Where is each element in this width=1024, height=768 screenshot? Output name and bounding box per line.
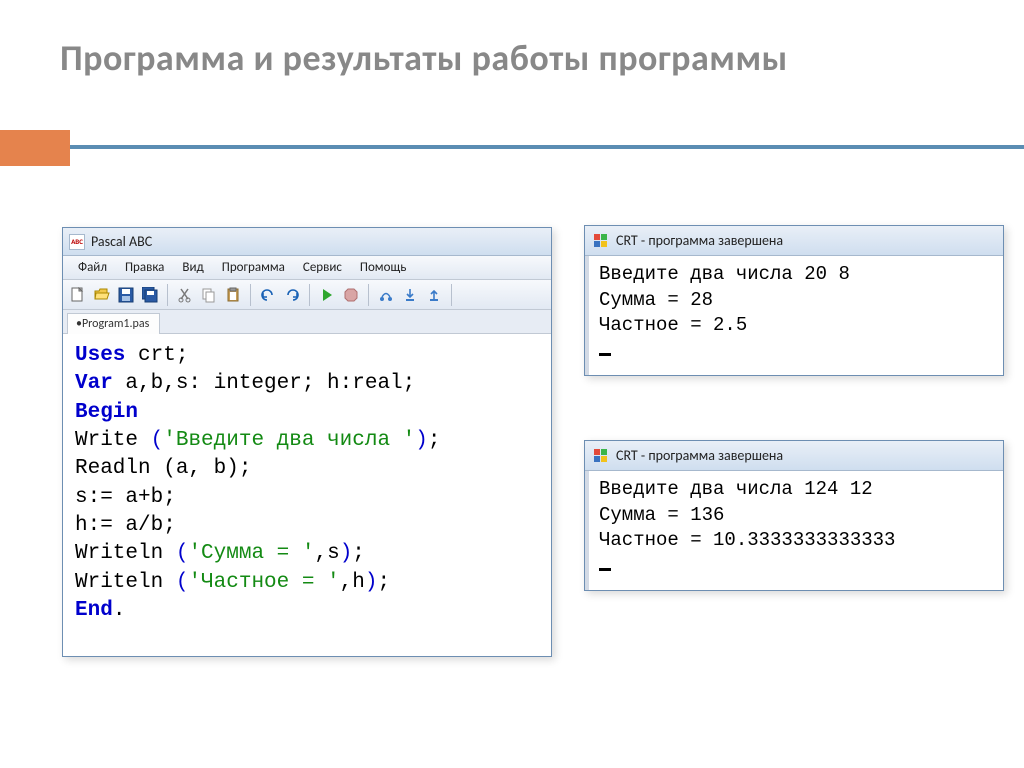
step-out-icon[interactable] [423,284,445,306]
kw-end: End [75,599,113,622]
kw-var: Var [75,372,113,395]
paste-icon[interactable] [222,284,244,306]
crt-titlebar[interactable]: CRT - программа завершена [585,441,1003,471]
stop-icon[interactable] [340,284,362,306]
accent-bar [0,130,70,166]
save-icon[interactable] [115,284,137,306]
tab-program1[interactable]: •Program1.pas [67,313,160,334]
cut-icon[interactable] [174,284,196,306]
app-title: Pascal ABC [91,233,152,250]
toolbar-sep [451,284,452,306]
crt-icon [593,233,609,249]
step-over-icon[interactable] [375,284,397,306]
crt-icon [593,448,609,464]
divider [70,145,1024,149]
step-into-icon[interactable] [399,284,421,306]
toolbar-sep [250,284,251,306]
menu-program[interactable]: Программа [213,258,294,277]
undo-icon[interactable] [257,284,279,306]
toolbar-sep [309,284,310,306]
crt-output: Введите два числа 124 12 Сумма = 136 Час… [585,471,1003,590]
menu-help[interactable]: Помощь [351,258,415,277]
tabbar: •Program1.pas [63,310,551,334]
toolbar-sep [368,284,369,306]
save-all-icon[interactable] [139,284,161,306]
crt-window-1: CRT - программа завершена Введите два чи… [584,225,1004,376]
kw-begin: Begin [75,401,138,424]
toolbar [63,280,551,310]
ide-titlebar[interactable]: ABC Pascal ABC [63,228,551,256]
menubar: Файл Правка Вид Программа Сервис Помощь [63,256,551,280]
crt-titlebar[interactable]: CRT - программа завершена [585,226,1003,256]
open-file-icon[interactable] [91,284,113,306]
crt-title-text: CRT - программа завершена [616,447,783,464]
code-area[interactable]: Uses crt; Var a,b,s: integer; h:real; Be… [63,334,551,633]
menu-file[interactable]: Файл [69,258,116,277]
new-file-icon[interactable] [67,284,89,306]
run-icon[interactable] [316,284,338,306]
kw-uses: Uses [75,344,125,367]
crt-window-2: CRT - программа завершена Введите два чи… [584,440,1004,591]
cursor-icon [599,568,611,571]
menu-view[interactable]: Вид [173,258,212,277]
toolbar-sep [167,284,168,306]
menu-edit[interactable]: Правка [116,258,173,277]
page-title: Программа и результаты работы программы [60,36,788,80]
app-icon: ABC [69,234,85,250]
cursor-icon [599,353,611,356]
crt-title-text: CRT - программа завершена [616,232,783,249]
redo-icon[interactable] [281,284,303,306]
menu-service[interactable]: Сервис [294,258,351,277]
copy-icon[interactable] [198,284,220,306]
crt-output: Введите два числа 20 8 Сумма = 28 Частно… [585,256,1003,375]
ide-window: ABC Pascal ABC Файл Правка Вид Программа… [62,227,552,657]
